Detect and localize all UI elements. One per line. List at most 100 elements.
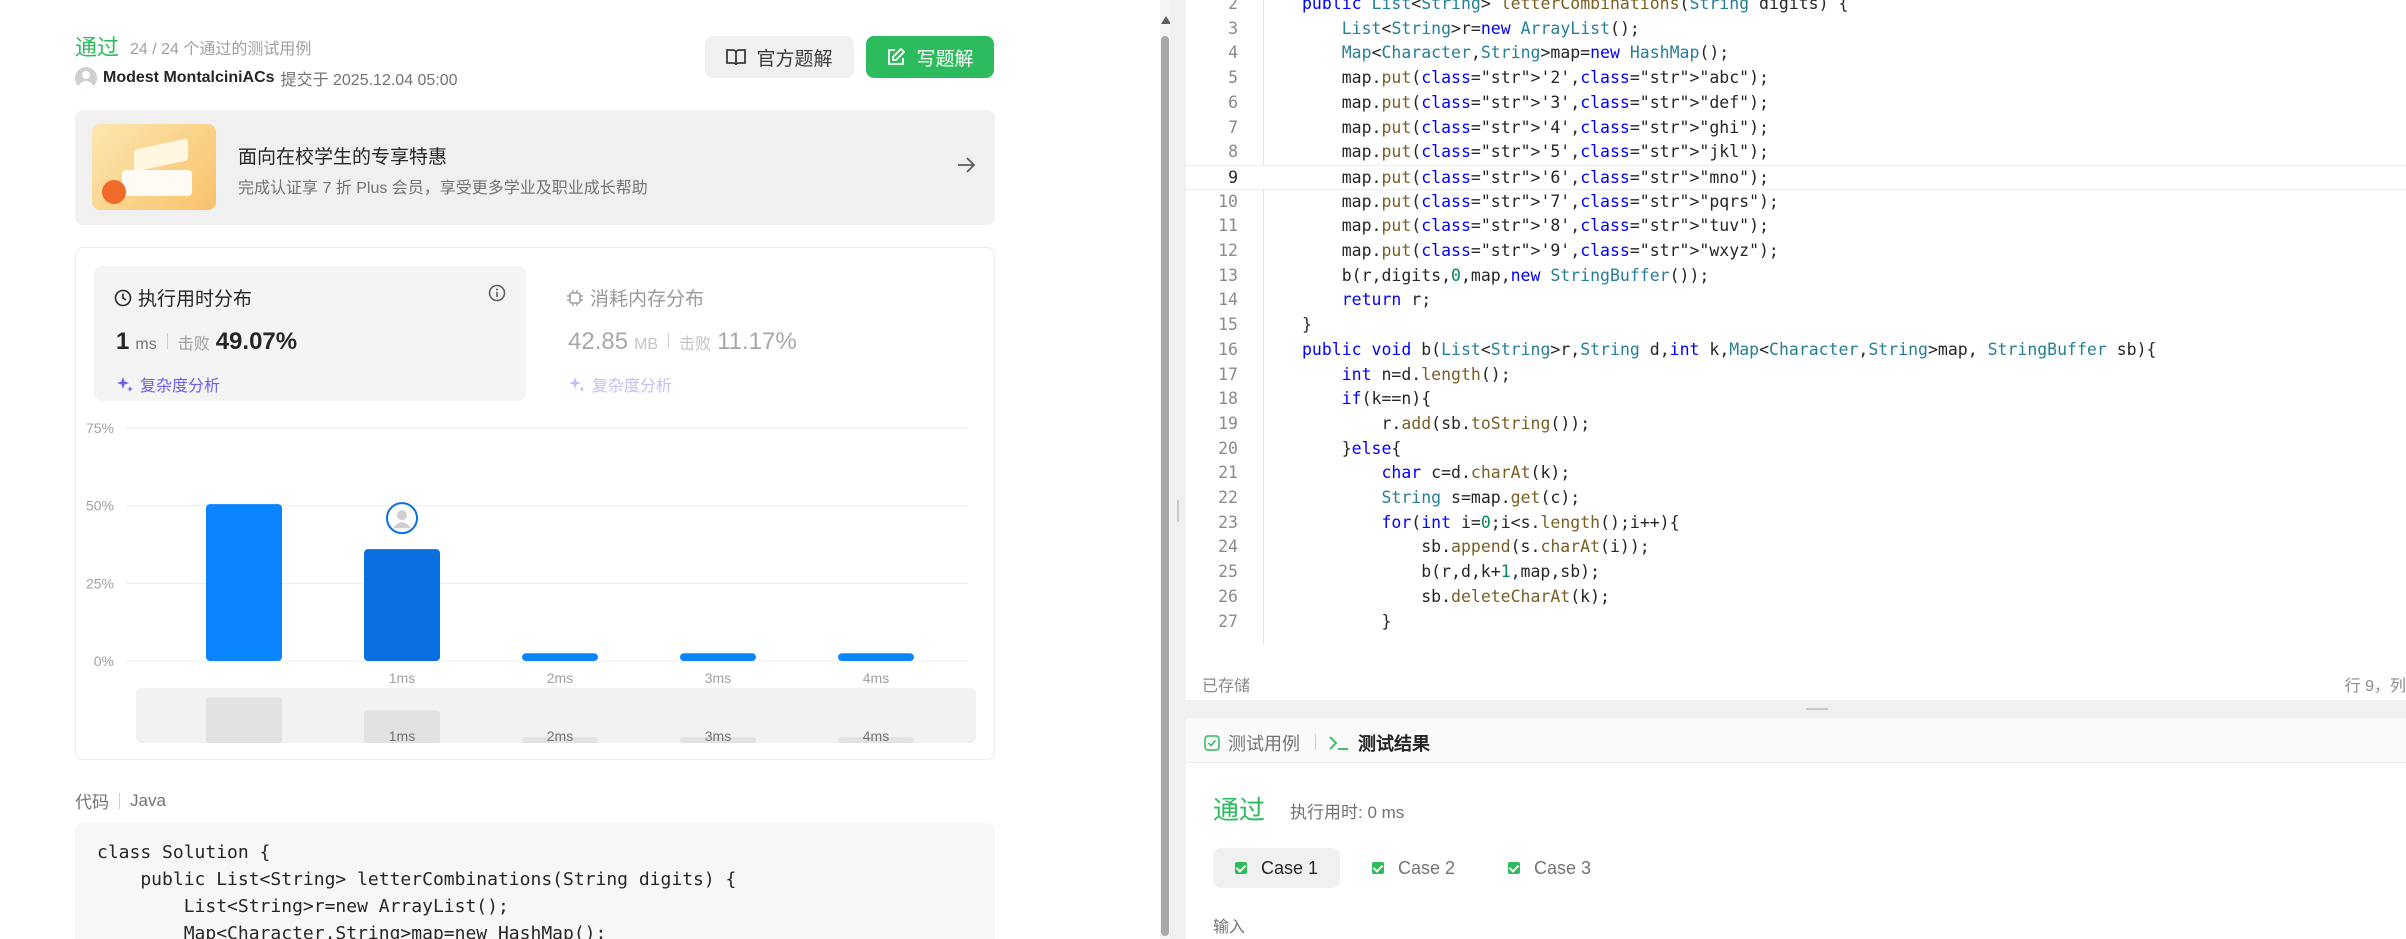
- scrollbar-thumb[interactable]: [1161, 36, 1169, 936]
- runtime-complexity-label: 复杂度分析: [140, 378, 221, 395]
- sparkle-icon: [117, 377, 133, 392]
- y-tick-label: 0%: [94, 653, 114, 669]
- editor-line[interactable]: 16 public void b(List<String>r,String d,i…: [1186, 338, 2406, 363]
- code-line: List<String>r=new ArrayList();: [97, 896, 509, 917]
- runtime-distribution-chart: 0% 25% 50% 75% 1ms 2ms 3ms 4ms 1ms 2ms 3ms 4ms: [86, 420, 968, 744]
- code-text: }: [1302, 611, 1392, 631]
- editor-line[interactable]: 25 b(r,d,k+1,map,sb);: [1186, 560, 2406, 585]
- code-text: b(r,d,k+1,map,sb);: [1302, 562, 1601, 582]
- code-line: class Solution {: [97, 842, 271, 863]
- editor-line[interactable]: 5 map.put(class="str">'2',class="str">"a…: [1186, 66, 2406, 91]
- line-number: 13: [1218, 265, 1238, 285]
- submitted-code-block: class Solution { public List<String> let…: [75, 823, 995, 939]
- code-text: map.put(class="str">'5',class="str">"jkl…: [1302, 142, 1769, 162]
- line-number: 21: [1218, 463, 1238, 483]
- memory-complexity-label: 复杂度分析: [592, 378, 673, 395]
- panel-divider[interactable]: [1170, 0, 1186, 939]
- editor-line[interactable]: 18 if(k==n){: [1186, 387, 2406, 412]
- editor-line[interactable]: 4 Map<Character,String>map=new HashMap()…: [1186, 41, 2406, 66]
- chart-bar: [680, 653, 756, 661]
- editor-line[interactable]: 24 sb.append(s.charAt(i));: [1186, 535, 2406, 560]
- editor-line[interactable]: 11 map.put(class="str">'8',class="str">"…: [1186, 214, 2406, 239]
- test-panel: 测试用例 测试结果 通过 执行用时: 0 ms Case 1 Case 2 Ca…: [1186, 718, 2406, 939]
- divider-grip-icon[interactable]: [1806, 708, 1828, 710]
- case-1-button[interactable]: Case 1: [1213, 848, 1341, 888]
- code-line: Map<Character,String>map=new HashMap();: [97, 923, 607, 939]
- editor-line[interactable]: 19 r.add(sb.toString());: [1186, 412, 2406, 437]
- editor-line[interactable]: 23 for(int i=0;i<s.length();i++){: [1186, 511, 2406, 536]
- editor-test-divider[interactable]: [1186, 700, 2406, 718]
- cursor-position: 行 9，列: [2344, 678, 2406, 695]
- editor-line[interactable]: 14 return r;: [1186, 288, 2406, 313]
- code-text: sb.append(s.charAt(i));: [1302, 537, 1650, 557]
- tab-test-results[interactable]: 测试结果: [1328, 730, 1430, 756]
- info-icon[interactable]: [488, 284, 506, 302]
- author-name[interactable]: Modest MontalciniACs: [103, 69, 275, 87]
- memory-beat-label: 击败: [679, 336, 712, 353]
- case-3-button[interactable]: Case 3: [1486, 848, 1613, 888]
- code-text: char c=d.charAt(k);: [1381, 463, 1571, 483]
- line-number: 26: [1218, 586, 1238, 606]
- test-result-status: 通过: [1213, 795, 1266, 825]
- runtime-beat-label: 击败: [177, 336, 210, 353]
- code-text: map.put(class="str">'2',class="str">"abc…: [1302, 68, 1769, 88]
- sparkle-icon: [569, 377, 585, 392]
- avatar[interactable]: [75, 67, 97, 89]
- line-number: 25: [1218, 562, 1238, 582]
- editor-line[interactable]: 6 map.put(class="str">'3',class="str">"d…: [1186, 91, 2406, 116]
- editor-line[interactable]: 7 map.put(class="str">'4',class="str">"g…: [1186, 116, 2406, 141]
- case-2-button[interactable]: Case 2: [1350, 848, 1477, 888]
- runtime-complexity-link[interactable]: 复杂度分析: [116, 372, 220, 396]
- code-editor[interactable]: 2 public List<String> letterCombinations(…: [1186, 0, 2406, 700]
- editor-line[interactable]: 27 }: [1186, 610, 2406, 635]
- book-icon: [726, 49, 747, 66]
- x-tick-label: 2ms: [547, 670, 573, 686]
- editor-line[interactable]: 21 char c=d.charAt(k);: [1186, 461, 2406, 486]
- case-3-label: Case 3: [1534, 857, 1592, 878]
- editor-line[interactable]: 17 int n=d.length();: [1186, 363, 2406, 388]
- code-text: for(int i=0;i<s.length();i++){: [1381, 512, 1680, 532]
- y-tick-label: 50%: [86, 498, 114, 514]
- editor-line[interactable]: 13 b(r,digits,0,map,new StringBuffer());: [1186, 264, 2406, 289]
- chip-icon: [567, 289, 583, 306]
- line-number: 19: [1218, 413, 1238, 433]
- memory-title-row: 消耗内存分布: [566, 284, 704, 311]
- official-solution-button[interactable]: 官方题解: [705, 36, 854, 78]
- code-text: map.put(class="str">'8',class="str">"tuv…: [1302, 216, 1769, 236]
- promo-title: 面向在校学生的专享特惠: [238, 147, 448, 168]
- editor-line[interactable]: 12 map.put(class="str">'9',class="str">"…: [1186, 239, 2406, 264]
- editor-line[interactable]: 20 }else{: [1186, 437, 2406, 462]
- performance-card: 执行用时分布 1 ms 击败 49.07% 复杂度分析 消耗内存分布 42.85…: [75, 247, 995, 760]
- editor-line[interactable]: 9 map.put(class="str">'6',class="str">"m…: [1186, 164, 2406, 190]
- checkbox-icon: [1204, 735, 1220, 751]
- student-promo-banner[interactable]: 面向在校学生的专享特惠 完成认证享 7 折 Plus 会员，享受更多学业及职业成…: [75, 110, 995, 225]
- line-number: 4: [1228, 43, 1238, 63]
- editor-line[interactable]: 2 public List<String> letterCombinations(…: [1186, 0, 2406, 17]
- graduation-cap-image: [92, 124, 216, 210]
- runtime-distribution-tab[interactable]: 执行用时分布 1 ms 击败 49.07% 复杂度分析: [94, 266, 526, 401]
- divider-grip-icon[interactable]: [1177, 500, 1179, 522]
- x-tick-label: 1ms: [389, 670, 415, 686]
- tab-test-cases[interactable]: 测试用例: [1204, 730, 1300, 756]
- line-number: 10: [1218, 191, 1238, 211]
- editor-line[interactable]: 8 map.put(class="str">'5',class="str">"j…: [1186, 140, 2406, 165]
- code-text: Map<Character,String>map=new HashMap();: [1341, 43, 1730, 63]
- editor-line[interactable]: 10 map.put(class="str">'7',class="str">"…: [1186, 190, 2406, 215]
- editor-line[interactable]: 22 String s=map.get(c);: [1186, 486, 2406, 511]
- code-text: sb.deleteCharAt(k);: [1302, 586, 1610, 606]
- line-number: 12: [1218, 241, 1238, 260]
- code-text: }: [1302, 315, 1312, 335]
- write-solution-button[interactable]: 写题解: [866, 36, 994, 78]
- saved-status: 已存储: [1202, 678, 1251, 695]
- editor-line[interactable]: 15}: [1186, 313, 2406, 338]
- chart-bar: [206, 504, 282, 661]
- code-text: map.put(class="str">'6',class="str">"mno…: [1302, 167, 1769, 187]
- submission-panel: 通过 24 / 24 个通过的测试用例 Modest MontalciniACs…: [0, 0, 1160, 939]
- y-tick-label: 25%: [86, 575, 114, 591]
- case-1-label: Case 1: [1261, 857, 1319, 878]
- memory-complexity-link[interactable]: 复杂度分析: [568, 372, 672, 396]
- editor-line[interactable]: 26 sb.deleteCharAt(k);: [1186, 585, 2406, 610]
- editor-line[interactable]: 3 List<String>r=new ArrayList();: [1186, 17, 2406, 42]
- chart-bar: [522, 653, 598, 661]
- memory-distribution-tab[interactable]: 消耗内存分布 42.85 MB 击败 11.17% 复杂度分析: [546, 266, 978, 401]
